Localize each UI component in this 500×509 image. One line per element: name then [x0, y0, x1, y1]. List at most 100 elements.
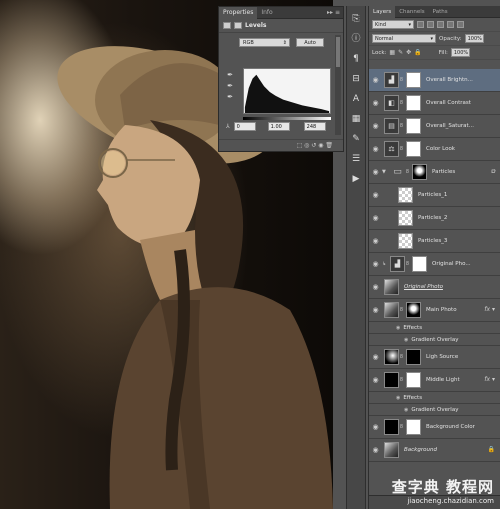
layer-particles-2[interactable]: ◉ Particles_2: [369, 207, 500, 230]
layer-name[interactable]: Background Color: [426, 424, 475, 430]
layer-thumbnail[interactable]: [384, 279, 399, 295]
properties-footer[interactable]: ⬚ ◎ ↺ ◉ 🗑: [219, 139, 343, 151]
layer-name[interactable]: Particles_1: [418, 192, 447, 198]
layer-name[interactable]: Particles_3: [418, 238, 447, 244]
layer-mask-thumbnail[interactable]: [406, 302, 421, 318]
layer-thumbnail[interactable]: [384, 349, 399, 365]
filter-type-icon[interactable]: [437, 21, 444, 28]
layer-background-color[interactable]: ◉ 8 Background Color: [369, 416, 500, 439]
eye-icon[interactable]: ◉: [369, 423, 382, 431]
layer-name[interactable]: Particles: [432, 169, 455, 175]
fx-icon[interactable]: fx ▾: [484, 376, 495, 383]
input-gamma-field[interactable]: 1.00: [267, 122, 290, 131]
layer-thumbnail[interactable]: [384, 442, 399, 458]
layer-original-photo[interactable]: ◉ Original Photo: [369, 276, 500, 299]
layer-middle-light[interactable]: ◉ 8 Middle Light fx ▾: [369, 369, 500, 392]
group-particles[interactable]: ◉ ▼ ▭ 8 Particles ⧉: [369, 161, 500, 184]
channel-select[interactable]: RGB ⇕: [239, 38, 290, 47]
eye-icon[interactable]: ◉: [396, 395, 400, 401]
layer-name[interactable]: Particles_2: [418, 215, 447, 221]
lock-transparent-icon[interactable]: ▦: [389, 49, 395, 56]
layer-mask-thumbnail[interactable]: [406, 349, 421, 365]
eye-icon[interactable]: ◉: [396, 325, 400, 331]
eye-icon[interactable]: ◉: [369, 446, 382, 454]
layer-light-source[interactable]: ◉ 8 Ligh Source: [369, 346, 500, 369]
layer-overall-brightness[interactable]: ◉ ▟ 8 Overall Brightn...: [369, 69, 500, 92]
align-icon[interactable]: ☰: [349, 152, 363, 166]
layer-mask-thumbnail[interactable]: [406, 95, 421, 111]
eye-icon[interactable]: ◉: [369, 237, 382, 245]
eye-icon[interactable]: ◉: [369, 191, 382, 199]
filter-kind-select[interactable]: Kind ▾: [372, 20, 414, 29]
character-icon[interactable]: A: [349, 92, 363, 106]
layer-name[interactable]: Original Photo: [404, 284, 443, 290]
eye-icon[interactable]: ◉: [369, 122, 382, 130]
layer-background[interactable]: ◉ Background 🔒: [369, 439, 500, 462]
info-icon[interactable]: ⓘ: [349, 32, 363, 46]
layer-thumbnail[interactable]: [384, 419, 399, 435]
layer-name[interactable]: Middle Light: [426, 377, 460, 383]
input-white-field[interactable]: 248: [303, 122, 326, 131]
history-icon[interactable]: ⎘: [349, 12, 363, 26]
eye-icon[interactable]: ◉: [369, 283, 382, 291]
layer-name[interactable]: Color Look: [426, 146, 455, 152]
expand-arrow-icon[interactable]: ▼: [382, 169, 388, 175]
eye-icon[interactable]: ◉: [404, 407, 408, 413]
fx-icon[interactable]: fx ▾: [484, 306, 495, 313]
fill-field[interactable]: 100%: [450, 48, 470, 57]
lock-all-icon[interactable]: 🔒: [414, 49, 421, 56]
effect-gradient-overlay[interactable]: ◉ Gradient Overlay: [369, 404, 500, 416]
eye-icon[interactable]: ◉: [404, 337, 408, 343]
filter-shape-icon[interactable]: [447, 21, 454, 28]
layer-name[interactable]: Background: [404, 447, 437, 453]
layer-thumbnail[interactable]: [398, 233, 413, 249]
layer-thumbnail[interactable]: [398, 187, 413, 203]
tab-channels[interactable]: Channels: [395, 6, 428, 18]
layer-main-photo[interactable]: ◉ 8 Main Photo fx ▾: [369, 299, 500, 322]
white-point-eyedropper-icon[interactable]: ✒: [226, 92, 234, 103]
layer-particles-1[interactable]: ◉ Particles_1: [369, 184, 500, 207]
layer-overall-saturation[interactable]: ◉ ▤ 8 Overall_Saturat...: [369, 115, 500, 138]
layer-mask-icon[interactable]: [234, 22, 242, 29]
layer-thumbnail[interactable]: [384, 372, 399, 388]
layer-name[interactable]: Main Photo: [426, 307, 457, 313]
input-black-field[interactable]: 0: [233, 122, 256, 131]
tab-info[interactable]: Info: [257, 7, 276, 19]
properties-scrollbar[interactable]: [335, 35, 341, 135]
layer-mask-thumbnail[interactable]: [412, 164, 427, 180]
layer-name[interactable]: Original Pho...: [432, 261, 471, 267]
eye-icon[interactable]: ◉: [369, 376, 382, 384]
opacity-field[interactable]: 100%: [464, 34, 484, 43]
scroll-thumb[interactable]: [336, 37, 340, 67]
layer-thumbnail[interactable]: [384, 302, 399, 318]
layer-mask-thumbnail[interactable]: [412, 256, 427, 272]
paragraph-icon[interactable]: ¶: [349, 52, 363, 66]
auto-button[interactable]: Auto: [296, 38, 324, 47]
tab-properties[interactable]: Properties: [219, 6, 258, 19]
lock-position-icon[interactable]: ✥: [406, 49, 411, 56]
layer-mask-thumbnail[interactable]: [406, 419, 421, 435]
blend-mode-select[interactable]: Normal ▾: [372, 34, 436, 43]
filter-smart-icon[interactable]: [457, 21, 464, 28]
layer-mask-thumbnail[interactable]: [406, 118, 421, 134]
effect-gradient-overlay[interactable]: ◉ Gradient Overlay: [369, 334, 500, 346]
layer-name[interactable]: Overall Brightn...: [426, 77, 473, 83]
filter-pixel-icon[interactable]: [417, 21, 424, 28]
eye-icon[interactable]: ◉: [369, 260, 382, 268]
swatches-icon[interactable]: ▦: [349, 112, 363, 126]
layer-color-look[interactable]: ◉ ⚖ 8 Color Look: [369, 138, 500, 161]
adjust-icon[interactable]: ⊟: [349, 72, 363, 86]
effects-row[interactable]: ◉ Effects: [369, 322, 500, 334]
layer-name[interactable]: Overall Contrast: [426, 100, 471, 106]
eye-icon[interactable]: ◉: [369, 76, 382, 84]
filter-adjustment-icon[interactable]: [427, 21, 434, 28]
eye-icon[interactable]: ◉: [369, 168, 382, 176]
tab-layers[interactable]: Layers: [369, 5, 396, 18]
eye-icon[interactable]: ◉: [369, 145, 382, 153]
layer-mask-thumbnail[interactable]: [406, 72, 421, 88]
eye-icon[interactable]: ◉: [369, 306, 382, 314]
layer-particles-3[interactable]: ◉ Particles_3: [369, 230, 500, 253]
lock-image-icon[interactable]: ✎: [398, 49, 403, 56]
panel-menu-icon[interactable]: ▸▸ ≡: [327, 9, 343, 16]
input-levels-slider[interactable]: [243, 117, 331, 120]
